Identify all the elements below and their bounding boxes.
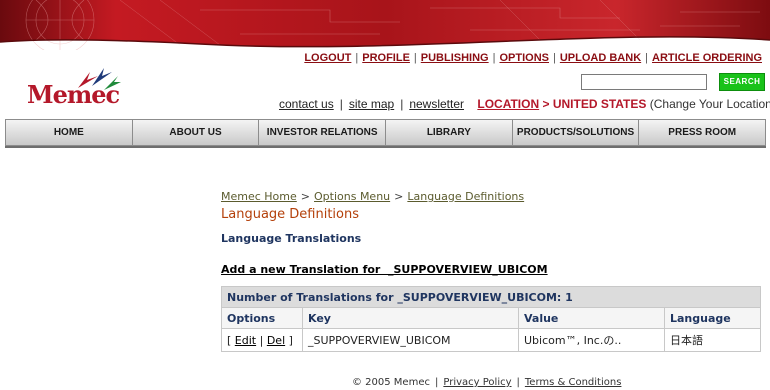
top-account-links: LOGOUT | PROFILE | PUBLISHING | OPTIONS | UPLOAD… [304,52,762,64]
copyright-text: © 2005 Memec [352,377,430,388]
column-header-key: Key [302,307,519,329]
publishing-link[interactable]: PUBLISHING [421,52,489,64]
logo-text: Memec [27,80,120,109]
add-translation-link[interactable]: Add a new Translation for _SUPPOVERVIEW_… [221,263,548,276]
row-options: [ Edit | Del ] [221,328,303,352]
options-link[interactable]: OPTIONS [499,52,549,64]
translation-count: Number of Translations for _SUPPOVERVIEW… [221,286,761,308]
main-navigation: HOME ABOUT US INVESTOR RELATIONS LIBRARY… [5,119,766,146]
table-header-row: Options Key Value Language [221,307,761,329]
translations-table: Number of Translations for _SUPPOVERVIEW… [221,286,761,352]
profile-link[interactable]: PROFILE [362,52,410,64]
section-title: Language Translations [221,232,362,245]
nav-press-room[interactable]: PRESS ROOM [639,120,765,145]
edit-link[interactable]: Edit [235,334,256,347]
breadcrumb-options-menu[interactable]: Options Menu [314,190,390,203]
location-link[interactable]: LOCATION [477,97,539,111]
table-row: [ Edit | Del ] _SUPPOVERVIEW_UBICOM Ubic… [221,328,761,352]
breadcrumb-memec-home[interactable]: Memec Home [221,190,297,203]
nav-investor-relations[interactable]: INVESTOR RELATIONS [259,120,387,145]
memec-logo[interactable]: Memec [24,62,134,112]
column-header-language: Language [664,307,761,329]
contact-us-link[interactable]: contact us [279,97,334,111]
footer: © 2005 Memec | Privacy Policy | Terms & Cond… [352,377,622,388]
breadcrumb: Memec Home > Options Menu > Language Definit… [221,190,525,203]
article-ordering-link[interactable]: ARTICLE ORDERING [652,52,762,64]
nav-products-solutions[interactable]: PRODUCTS/SOLUTIONS [513,120,640,145]
translation-count-row: Number of Translations for _SUPPOVERVIEW… [221,286,761,308]
upload-bank-link[interactable]: UPLOAD BANK [560,52,641,64]
delete-link[interactable]: Del [267,334,285,347]
terms-conditions-link[interactable]: Terms & Conditions [525,377,622,388]
privacy-policy-link[interactable]: Privacy Policy [443,377,511,388]
column-header-options: Options [221,307,303,329]
nav-home[interactable]: HOME [6,120,133,145]
site-map-link[interactable]: site map [349,97,394,111]
utility-links: contact us | site map | newsletter LOCATION … [279,97,770,111]
main-content: Memec Home > Options Menu > Language Definit… [221,190,761,277]
column-header-value: Value [518,307,665,329]
page-title: Language Definitions [221,207,360,222]
nav-library[interactable]: LIBRARY [386,120,513,145]
logout-link[interactable]: LOGOUT [304,52,351,64]
search-button[interactable]: SEARCH [719,73,765,91]
row-language: 日本語 [664,328,761,352]
nav-about-us[interactable]: ABOUT US [133,120,260,145]
location-value: > UNITED STATES [542,97,647,111]
change-location-link[interactable]: (Change Your Location) [650,97,770,111]
breadcrumb-language-definitions[interactable]: Language Definitions [407,190,524,203]
search-input[interactable] [581,74,707,90]
header-banner [0,0,770,50]
row-value: Ubicom™, Inc.の.. [518,328,665,352]
newsletter-link[interactable]: newsletter [409,97,464,111]
row-key: _SUPPOVERVIEW_UBICOM [302,328,519,352]
